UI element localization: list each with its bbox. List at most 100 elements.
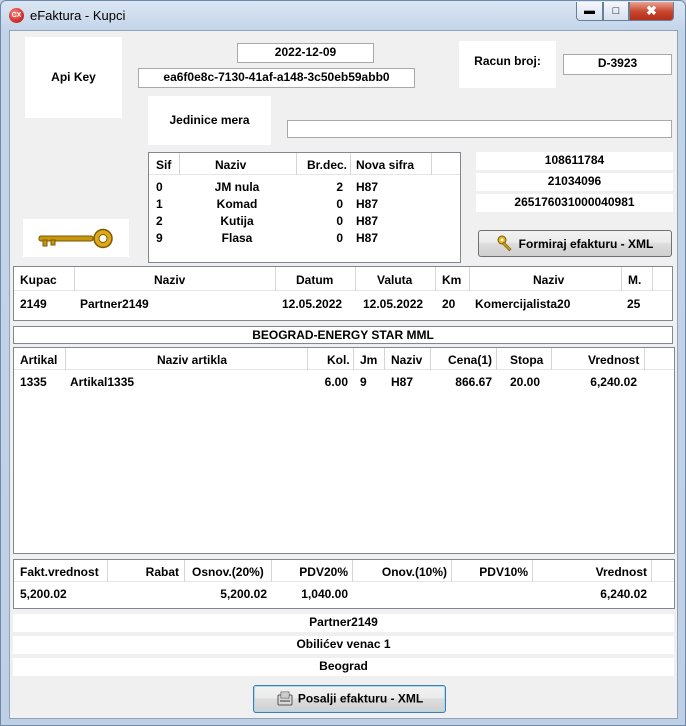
cell-naziv: H87 [391,375,414,389]
col-header-vrednost[interactable]: Vrednost [588,353,639,367]
table-row[interactable]: 1335 Artikal1335 6.00 9 H87 866.67 20.00… [14,375,674,391]
cell-sif: 0 [156,180,163,194]
table-row[interactable]: 9 Flasa 0 H87 [149,231,460,247]
table-row[interactable]: 0 JM nula 2 H87 [149,180,460,196]
col-header-pdv20[interactable]: PDV20% [271,565,348,579]
id-field-2[interactable]: 21034096 [476,173,673,191]
keys-icon [497,235,512,252]
cell-artikal: 1335 [20,375,47,389]
cell-datum: 12.05.2022 [282,297,343,311]
close-button[interactable]: ✖ [629,2,674,21]
key-icon [38,228,113,249]
cell-br-dec: 0 [336,197,343,211]
cell-br-dec: 0 [336,231,343,245]
col-header-kol[interactable]: Kol. [327,353,350,367]
col-header-naziv[interactable]: Naziv [391,353,422,367]
partner-city-field: Beograd [13,658,674,676]
table-row[interactable]: 1 Komad 0 H87 [149,197,460,213]
maximize-button[interactable]: □ [603,2,629,21]
title-bar[interactable]: CX eFaktura - Kupci ▬ □ ✖ [1,1,685,29]
col-header-jm[interactable]: Jm [360,353,377,367]
cell-sif: 2 [156,214,163,228]
cell-br-dec: 2 [336,180,343,194]
col-header-br-dec[interactable]: Br.dec. [307,158,347,172]
cell-vrednost: 6,240.02 [590,375,637,389]
col-header-vrednost[interactable]: Vrednost [532,565,647,579]
key-image-box [23,219,129,257]
col-header-rabat[interactable]: Rabat [107,565,179,579]
client-area: Api Key 2022-12-09 ea6f0e8c-7130-41af-a1… [9,30,678,719]
api-key-label: Api Key [51,70,96,84]
col-header-naziv-artikla[interactable]: Naziv artikla [157,353,227,367]
cell-naziv: Partner2149 [80,297,149,311]
cell-kol: 6.00 [324,375,348,389]
racun-label-box: Racun broj: [459,41,556,88]
cell-nova-sifra: H87 [356,214,379,228]
article-table-header: Artikal Naziv artikla Kol. Jm Naziv Cena… [14,348,674,370]
table-row[interactable]: 5,200.02 5,200.02 1,040.00 6,240.02 [14,587,674,603]
racun-number-field[interactable]: D-3923 [563,54,672,75]
partner-address-field: Obilićev venac 1 [13,636,674,654]
col-header-naziv-2[interactable]: Naziv [533,273,564,287]
col-header-sif[interactable]: Sif [156,158,171,172]
cell-naziv-artikla: Artikal1335 [70,375,135,389]
customer-table[interactable]: Kupac Naziv Datum Valuta Km Naziv M. 214… [13,266,673,321]
col-header-naziv[interactable]: Naziv [154,273,185,287]
col-header-kupac[interactable]: Kupac [20,273,57,287]
app-logo-icon: CX [9,8,24,23]
col-header-fakt-vrednost[interactable]: Fakt.vrednost [20,565,99,579]
cell-fakt-vrednost: 5,200.02 [20,587,67,601]
col-header-nova-sifra[interactable]: Nova sifra [356,158,414,172]
jedinice-label-box: Jedinice mera [148,96,271,145]
col-header-artikal[interactable]: Artikal [20,353,57,367]
col-header-naziv[interactable]: Naziv [215,158,246,172]
cell-jm: 9 [360,375,367,389]
app-window: CX eFaktura - Kupci ▬ □ ✖ Api Key 2022-1… [0,0,686,726]
units-table[interactable]: Sif Naziv Br.dec. Nova sifra 0 JM nula 2… [148,152,461,263]
col-header-onov-10[interactable]: Onov.(10%) [352,565,447,579]
units-table-header: Sif Naziv Br.dec. Nova sifra [149,153,460,175]
col-header-valuta[interactable]: Valuta [377,273,412,287]
col-header-cena[interactable]: Cena(1) [448,353,492,367]
col-header-pdv10[interactable]: PDV10% [451,565,528,579]
location-bar: BEOGRAD-ENERGY STAR MML [13,326,673,344]
col-header-datum[interactable]: Datum [296,273,333,287]
article-table[interactable]: Artikal Naziv artikla Kol. Jm Naziv Cena… [13,347,675,554]
cell-komercijalista: Komercijalista20 [475,297,571,311]
col-header-osnov-20[interactable]: Osnov.(20%) [192,565,264,579]
cell-sif: 1 [156,197,163,211]
racun-label: Racun broj: [474,54,541,68]
cell-nova-sifra: H87 [356,197,379,211]
maximize-icon: □ [612,5,620,17]
col-header-stopa[interactable]: Stopa [510,353,543,367]
cell-pdv20: 1,040.00 [301,587,348,601]
date-field[interactable]: 2022-12-09 [237,43,374,63]
api-key-box: Api Key [25,37,122,118]
id-field-3[interactable]: 265176031000040981 [476,194,673,212]
minimize-icon: ▬ [584,5,595,17]
jedinice-field[interactable] [287,120,672,138]
table-row[interactable]: 2 Kutija 0 H87 [149,214,460,230]
cell-stopa: 20.00 [510,375,541,389]
totals-table[interactable]: Fakt.vrednost Rabat Osnov.(20%) PDV20% O… [13,559,675,609]
jedinice-label: Jedinice mera [169,113,250,127]
posalji-label: Posalji efakturu - XML [297,691,424,706]
cell-br-dec: 0 [336,214,343,228]
posalji-efakturu-button[interactable]: Posalji efakturu - XML [253,685,446,713]
col-header-km[interactable]: Km [442,273,461,287]
id-field-1[interactable]: 108611784 [476,152,673,170]
send-document-icon [277,691,293,706]
api-key-field[interactable]: ea6f0e8c-7130-41af-a148-3c50eb59abb0 [138,68,415,88]
formiraj-label: Formiraj efakturu - XML [518,236,654,251]
cell-nova-sifra: H87 [356,180,379,194]
cell-km: 20 [442,297,456,311]
cell-vrednost: 6,240.02 [600,587,647,601]
cell-kupac: 2149 [20,297,47,311]
cell-naziv: Komad [216,197,258,211]
partner-name-field: Partner2149 [13,614,674,632]
formiraj-efakturu-button[interactable]: Formiraj efakturu - XML [478,230,672,257]
cell-nova-sifra: H87 [356,231,379,245]
table-row[interactable]: 2149 Partner2149 12.05.2022 12.05.2022 2… [14,297,672,313]
col-header-m[interactable]: M. [628,273,641,287]
minimize-button[interactable]: ▬ [576,2,603,21]
